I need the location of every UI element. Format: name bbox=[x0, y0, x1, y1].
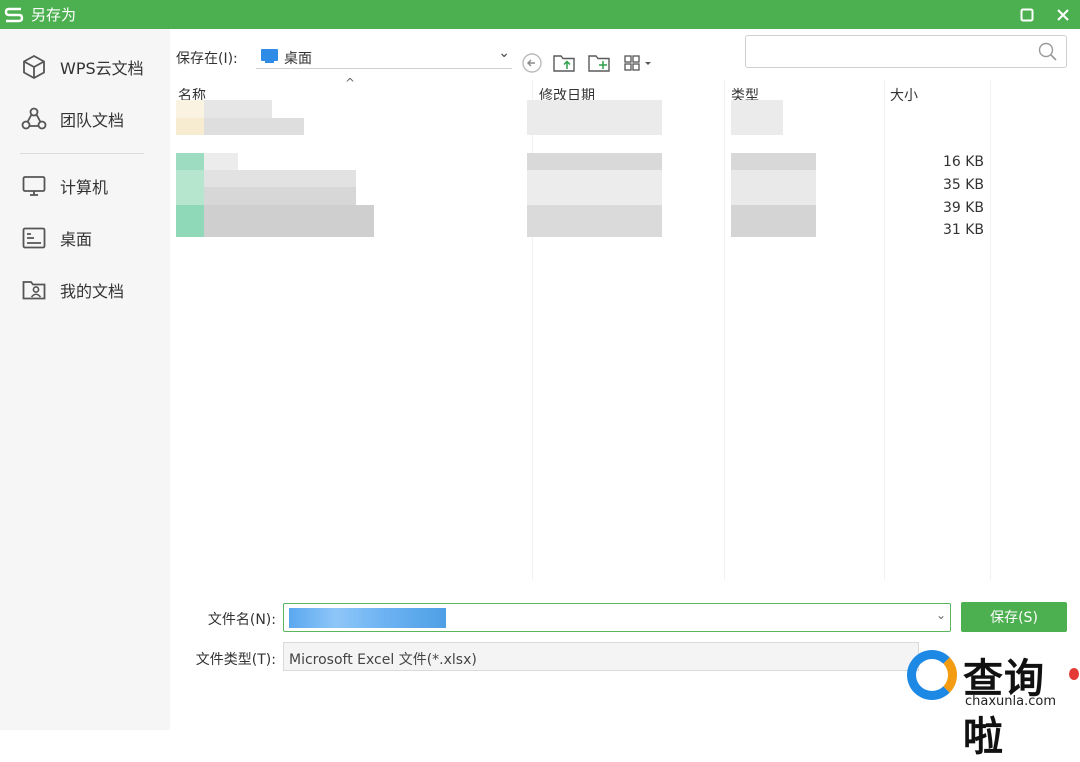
search-input[interactable] bbox=[745, 35, 1067, 68]
title-bar: 另存为 bbox=[0, 0, 1080, 29]
blurred-type bbox=[731, 205, 816, 237]
monitor-icon bbox=[20, 172, 48, 200]
file-icon bbox=[176, 100, 204, 118]
filename-input[interactable]: ⌄ bbox=[283, 603, 951, 632]
sort-ascending-icon: ^ bbox=[345, 76, 356, 90]
sidebar-item-label: 计算机 bbox=[60, 178, 109, 197]
filetype-select[interactable]: Microsoft Excel 文件(*.xlsx) bbox=[283, 642, 919, 671]
blurred-filename bbox=[204, 100, 272, 118]
save-button[interactable]: 保存(S) bbox=[961, 602, 1067, 632]
up-folder-button[interactable] bbox=[551, 50, 577, 76]
column-divider bbox=[884, 80, 885, 580]
sidebar-item-label: 我的文档 bbox=[60, 282, 125, 301]
watermark-dot bbox=[1069, 668, 1079, 680]
watermark: 查询啦 chaxunla.com bbox=[905, 642, 1080, 760]
file-size: 31 KB bbox=[942, 222, 984, 238]
blurred-type bbox=[731, 100, 783, 135]
blurred-date bbox=[527, 205, 662, 237]
sidebar: WPS云文档 团队文档 计算机 桌面 我的文档 bbox=[0, 29, 170, 730]
look-in-value: 桌面 bbox=[284, 51, 312, 67]
user-folder-icon bbox=[20, 276, 48, 304]
blurred-date bbox=[527, 153, 662, 170]
grid-view-icon bbox=[624, 55, 651, 71]
filetype-value: Microsoft Excel 文件(*.xlsx) bbox=[289, 652, 477, 668]
file-icon bbox=[176, 153, 204, 170]
column-divider bbox=[724, 80, 725, 580]
column-divider bbox=[990, 80, 991, 580]
blurred-filename bbox=[204, 205, 374, 237]
desktop-icon bbox=[20, 224, 48, 252]
look-in-dropdown[interactable]: 桌面 ⌄ bbox=[256, 44, 512, 69]
sidebar-item-label: 团队文档 bbox=[60, 111, 125, 130]
maximize-button[interactable] bbox=[1012, 0, 1042, 29]
close-button[interactable] bbox=[1048, 0, 1078, 29]
wps-logo-icon bbox=[3, 4, 25, 26]
filename-label: 文件名(N): bbox=[207, 612, 276, 628]
save-button-label: 保存(S) bbox=[990, 610, 1038, 626]
sidebar-item-my-documents[interactable]: 我的文档 bbox=[0, 270, 170, 310]
blurred-type bbox=[731, 153, 816, 170]
cube-icon bbox=[20, 53, 48, 81]
file-size: 39 KB bbox=[942, 200, 984, 216]
file-icon bbox=[176, 205, 204, 237]
filename-selection bbox=[289, 608, 446, 628]
blurred-filename bbox=[204, 187, 356, 205]
back-button[interactable] bbox=[519, 50, 545, 76]
sidebar-item-label: WPS云文档 bbox=[60, 59, 144, 78]
back-arrow-icon bbox=[522, 53, 542, 73]
search-icon bbox=[1038, 42, 1058, 66]
sidebar-divider bbox=[20, 153, 144, 154]
team-icon bbox=[20, 105, 48, 133]
sidebar-item-computer[interactable]: 计算机 bbox=[0, 166, 170, 206]
desktop-folder-icon bbox=[261, 49, 278, 63]
new-folder-button[interactable] bbox=[586, 50, 612, 76]
blurred-date bbox=[527, 100, 662, 135]
file-size: 35 KB bbox=[942, 177, 984, 193]
folder-up-icon bbox=[553, 55, 575, 72]
new-folder-icon bbox=[588, 55, 610, 72]
blurred-date bbox=[527, 170, 662, 205]
sidebar-item-desktop[interactable]: 桌面 bbox=[0, 218, 170, 258]
window-title: 另存为 bbox=[31, 6, 77, 24]
sidebar-item-wps-cloud[interactable]: WPS云文档 bbox=[0, 47, 170, 87]
file-icon bbox=[176, 118, 204, 135]
view-menu-button[interactable] bbox=[622, 50, 656, 76]
look-in-label: 保存在(I): bbox=[176, 51, 238, 67]
watermark-logo-icon bbox=[907, 650, 957, 700]
blurred-filename bbox=[204, 118, 304, 135]
file-size: 16 KB bbox=[942, 154, 984, 170]
watermark-domain: chaxunla.com bbox=[965, 694, 1056, 709]
sidebar-item-label: 桌面 bbox=[60, 230, 93, 249]
filetype-label: 文件类型(T): bbox=[195, 652, 276, 668]
blurred-filename bbox=[204, 170, 356, 187]
blurred-filename bbox=[204, 153, 238, 170]
sidebar-item-team-docs[interactable]: 团队文档 bbox=[0, 99, 170, 139]
chevron-down-icon[interactable]: ⌄ bbox=[936, 608, 946, 622]
column-header-size[interactable]: 大小 bbox=[890, 85, 918, 105]
blurred-type bbox=[731, 170, 816, 205]
file-icon bbox=[176, 170, 204, 205]
chevron-down-icon: ⌄ bbox=[498, 45, 510, 61]
